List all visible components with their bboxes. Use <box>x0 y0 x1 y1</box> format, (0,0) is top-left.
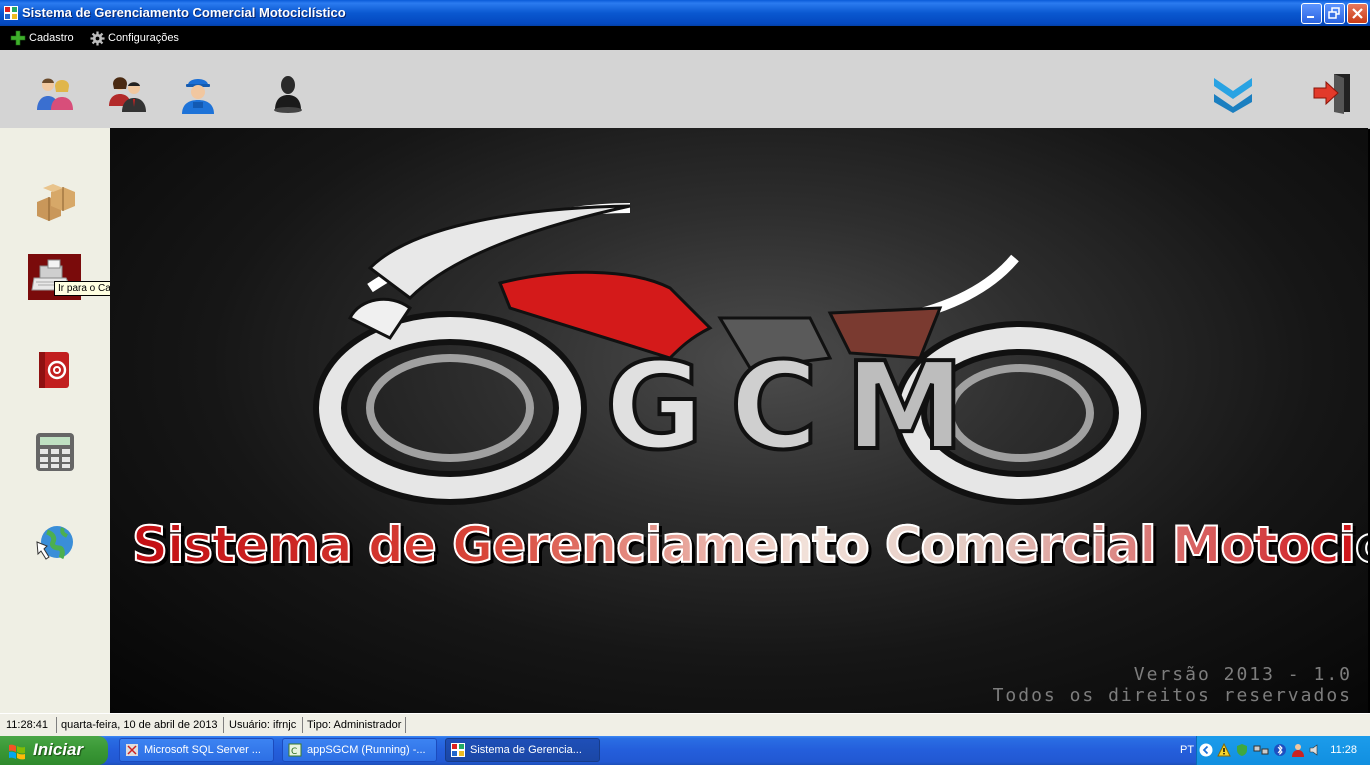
sql-server-icon <box>126 744 138 756</box>
minimize-icon <box>1307 16 1314 18</box>
menu-bar: Cadastro Configurações <box>0 26 1370 50</box>
volume-icon[interactable] <box>1309 743 1323 757</box>
status-type: Tipo: Administrador <box>307 719 402 731</box>
task-sql-server[interactable]: Microsoft SQL Server ... <box>119 738 274 762</box>
taskbar-clock[interactable]: 11:28 <box>1330 744 1357 756</box>
user-silhouette-icon <box>274 76 302 113</box>
system-tray: 11:28 <box>1196 736 1370 765</box>
exit-icon <box>1313 74 1350 114</box>
calculator-icon <box>36 433 74 471</box>
clients-button[interactable] <box>33 72 77 116</box>
toolbar <box>0 50 1370 129</box>
warning-icon[interactable] <box>1217 743 1231 757</box>
status-bar: 11:28:41 quarta-feira, 10 de abril de 20… <box>0 713 1370 737</box>
restore-icon <box>1328 7 1340 19</box>
network-icon[interactable] <box>1253 743 1269 757</box>
sgcm-motorcycle-logo: G C M <box>313 203 1147 505</box>
minimize-button[interactable] <box>1301 3 1322 24</box>
app-icon <box>451 743 465 757</box>
user-silhouette-button[interactable] <box>266 72 310 116</box>
task-label: Sistema de Gerencia... <box>470 744 582 756</box>
task-label: appSGCM (Running) -... <box>307 744 426 756</box>
address-book-button[interactable] <box>33 348 77 392</box>
restore-button[interactable] <box>1324 3 1345 24</box>
start-label: Iniciar <box>33 740 84 759</box>
side-panel <box>0 128 111 713</box>
gear-icon <box>90 30 105 46</box>
tray-expand-icon[interactable] <box>1199 743 1213 757</box>
calculator-button[interactable] <box>33 430 77 474</box>
task-sistema[interactable]: Sistema de Gerencia... <box>445 738 600 762</box>
svg-text:M: M <box>845 338 964 477</box>
email-icon <box>1214 78 1252 113</box>
svg-text:C: C <box>291 747 297 757</box>
task-appsgcm[interactable]: C appSGCM (Running) -... <box>282 738 437 762</box>
security-icon[interactable] <box>1235 743 1249 757</box>
address-book-icon <box>39 352 69 388</box>
menu-configuracoes-label: Configurações <box>108 32 179 44</box>
status-date: quarta-feira, 10 de abril de 2013 <box>61 719 218 731</box>
internet-globe-icon <box>36 526 73 560</box>
products-button[interactable] <box>33 178 77 222</box>
task-label: Microsoft SQL Server ... <box>144 744 261 756</box>
splash-banner: Sistema de Gerenciamento Comercial Motoc… <box>131 515 1368 575</box>
status-time: 11:28:41 <box>6 719 49 731</box>
app-icon <box>4 6 18 20</box>
status-separator <box>223 717 224 733</box>
products-box-icon <box>37 184 75 221</box>
splash-panel: G C M Sistema de Gerenciamento Comercial… <box>110 128 1368 713</box>
email-button[interactable] <box>1211 72 1255 116</box>
employees-button[interactable] <box>106 72 150 116</box>
status-user: Usuário: ifrnjc <box>229 719 297 731</box>
worker-button[interactable] <box>176 72 220 116</box>
window-title: Sistema de Gerenciamento Comercial Motoc… <box>22 5 346 20</box>
user-tray-icon[interactable] <box>1291 743 1305 757</box>
close-icon <box>1352 8 1363 19</box>
taskbar: Iniciar Microsoft SQL Server ... C appSG… <box>0 736 1370 765</box>
employees-icon <box>109 77 146 112</box>
start-button[interactable]: Iniciar <box>0 736 108 765</box>
plus-icon <box>10 30 26 46</box>
title-bar[interactable]: Sistema de Gerenciamento Comercial Motoc… <box>0 0 1370 26</box>
exit-button[interactable] <box>1310 72 1354 116</box>
status-separator <box>56 717 57 733</box>
close-button[interactable] <box>1347 3 1368 24</box>
clients-icon <box>37 78 73 110</box>
copyright-text: Todos os direitos reservados <box>992 685 1352 706</box>
visual-studio-icon: C <box>288 743 302 757</box>
language-indicator[interactable]: PT <box>1180 744 1194 756</box>
menu-cadastro-label: Cadastro <box>29 32 74 44</box>
worker-icon <box>182 79 214 114</box>
svg-text:C: C <box>730 338 818 477</box>
menu-cadastro[interactable]: Cadastro <box>10 30 74 46</box>
version-info: Versão 2013 - 1.0 Todos os direitos rese… <box>993 664 1352 706</box>
menu-configuracoes[interactable]: Configurações <box>90 30 179 46</box>
bluetooth-icon[interactable] <box>1273 743 1287 757</box>
internet-button[interactable] <box>33 520 77 564</box>
status-separator <box>302 717 303 733</box>
svg-text:G: G <box>605 338 704 477</box>
windows-logo-icon <box>9 744 25 760</box>
status-separator <box>405 717 406 733</box>
version-text: Versão 2013 - 1.0 <box>1133 664 1352 685</box>
